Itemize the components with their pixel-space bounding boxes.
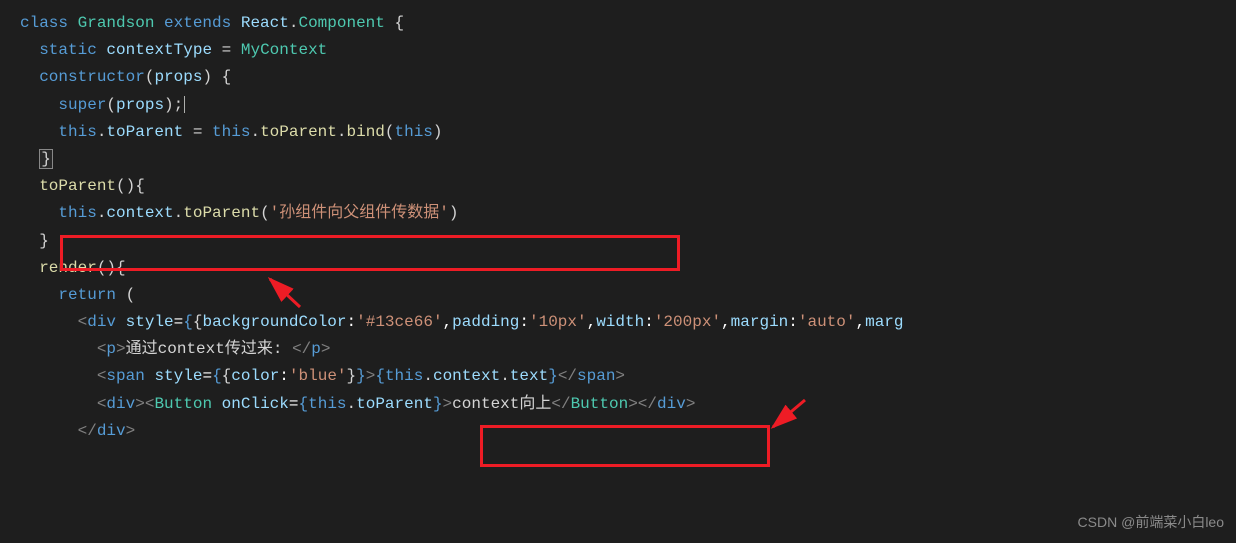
code-line: toParent(){ [20, 173, 1236, 200]
code-line: static contextType = MyContext [20, 37, 1236, 64]
code-line: <p>通过context传过来: </p> [20, 336, 1236, 363]
code-line: <div><Button onClick={this.toParent}>con… [20, 391, 1236, 418]
code-editor[interactable]: class Grandson extends React.Component {… [20, 10, 1236, 445]
bracket-match: } [39, 149, 53, 169]
text-cursor [184, 96, 185, 114]
code-line: return ( [20, 282, 1236, 309]
code-line: this.toParent = this.toParent.bind(this) [20, 119, 1236, 146]
code-line: <div style={{backgroundColor:'#13ce66',p… [20, 309, 1236, 336]
code-line: } [20, 228, 1236, 255]
code-line: <span style={{color:'blue'}}>{this.conte… [20, 363, 1236, 390]
code-line: super(props); [20, 92, 1236, 119]
code-line: } [20, 146, 1236, 173]
code-line: render(){ [20, 255, 1236, 282]
code-line: class Grandson extends React.Component { [20, 10, 1236, 37]
code-line: </div> [20, 418, 1236, 445]
code-line: constructor(props) { [20, 64, 1236, 91]
watermark: CSDN @前端菜小白leo [1078, 511, 1224, 535]
code-line: this.context.toParent('孙组件向父组件传数据') [20, 200, 1236, 227]
